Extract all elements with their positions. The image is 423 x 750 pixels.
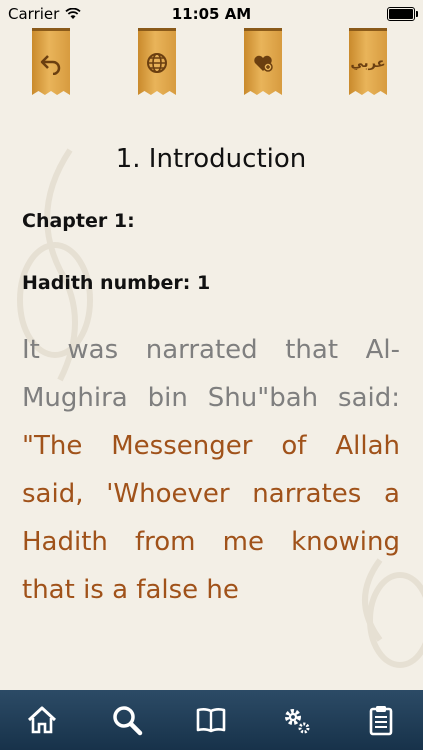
hadith-quote: "The Messenger of Allah said, 'Whoever n… <box>22 431 400 605</box>
tab-search[interactable] <box>102 695 152 745</box>
status-bar: Carrier 11:05 AM <box>0 0 423 28</box>
search-icon <box>113 706 143 736</box>
battery-fill <box>389 9 413 19</box>
tab-home[interactable] <box>17 695 67 745</box>
favorite-button[interactable] <box>244 28 282 95</box>
translation-button[interactable] <box>138 28 176 95</box>
clipboard-icon <box>369 706 392 736</box>
arabic-text-icon: عربي <box>350 55 386 71</box>
page-title: 1. Introduction <box>115 144 307 174</box>
arabic-button[interactable]: عربي <box>349 28 387 95</box>
tab-clipboard[interactable] <box>356 695 406 745</box>
settings-icon <box>285 709 310 734</box>
heart-add-icon <box>254 55 273 72</box>
book-icon <box>197 708 226 733</box>
battery-icon <box>387 7 418 21</box>
back-arrow-icon <box>40 55 61 75</box>
tab-books[interactable] <box>186 695 236 745</box>
back-button[interactable] <box>32 28 70 95</box>
hadith-number-label: Hadith number: 1 <box>22 272 211 294</box>
hadith-content: 1. Introduction Chapter 1: Hadith number… <box>22 130 400 614</box>
chapter-label: Chapter 1: <box>22 210 135 232</box>
hadith-text: It was narrated that Al-Mughira bin Shu"… <box>22 326 400 614</box>
narration-text: It was narrated that Al-Mughira bin Shu"… <box>22 335 400 413</box>
tab-settings[interactable] <box>271 695 321 745</box>
home-icon <box>28 706 57 734</box>
globe-icon <box>147 53 167 73</box>
status-time: 11:05 AM <box>171 5 252 23</box>
tab-bar <box>0 690 423 750</box>
